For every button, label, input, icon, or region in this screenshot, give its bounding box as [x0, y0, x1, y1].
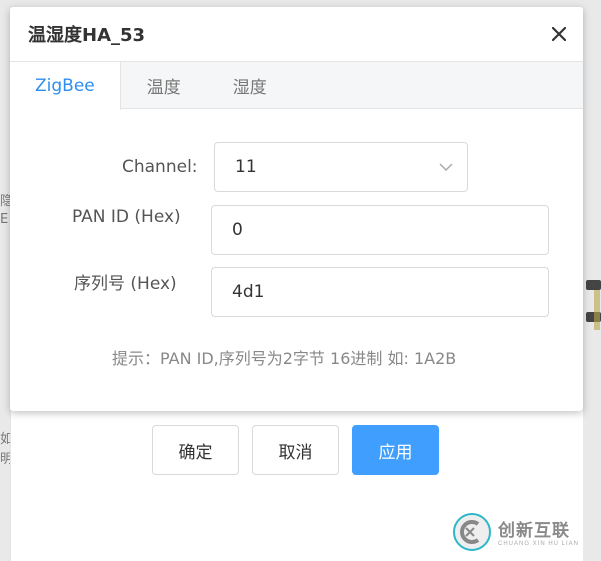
settings-dialog: 温湿度HA_53 ZigBee 温度 湿度 Channel: 11 PAN ID…	[10, 7, 583, 411]
watermark: 创新互联 CHUANG XIN HU LIAN	[452, 502, 601, 561]
channel-label: Channel:	[122, 157, 198, 177]
brand-logo-icon	[453, 512, 491, 551]
apply-button[interactable]: 应用	[352, 425, 439, 475]
pan-id-value: 0	[232, 220, 243, 240]
confirm-button[interactable]: 确定	[152, 425, 239, 475]
serial-value: 4d1	[232, 282, 265, 302]
tab-zigbee[interactable]: ZigBee	[10, 62, 121, 110]
serial-input[interactable]: 4d1	[211, 267, 549, 317]
pan-id-input[interactable]: 0	[211, 205, 549, 255]
dialog-header: 温湿度HA_53	[10, 7, 583, 61]
tab-temperature[interactable]: 温度	[121, 62, 207, 109]
watermark-subtext: CHUANG XIN HU LIAN	[498, 541, 580, 547]
cancel-button[interactable]: 取消	[252, 425, 339, 475]
close-button[interactable]	[547, 22, 571, 46]
channel-value: 11	[235, 157, 257, 177]
dialog-title: 温湿度HA_53	[28, 25, 146, 46]
background-node-icon	[594, 290, 600, 330]
background-node-icon	[586, 280, 601, 290]
chevron-down-icon	[439, 163, 453, 171]
watermark-text: 创新互联	[498, 521, 570, 541]
tab-bar: ZigBee 温度 湿度	[10, 61, 583, 110]
pan-id-label: PAN ID (Hex)	[72, 207, 181, 227]
background-fragment: E	[0, 212, 9, 227]
hint-text: 提示：PAN ID,序列号为2字节 16进制 如: 1A2B	[112, 349, 457, 368]
serial-label: 序列号 (Hex)	[74, 274, 177, 294]
close-icon	[552, 27, 566, 41]
zigbee-form: Channel: 11 PAN ID (Hex) 0 序列号 (Hex) 4d1…	[10, 109, 583, 409]
tab-humidity[interactable]: 湿度	[207, 62, 293, 109]
channel-select[interactable]: 11	[214, 142, 468, 192]
